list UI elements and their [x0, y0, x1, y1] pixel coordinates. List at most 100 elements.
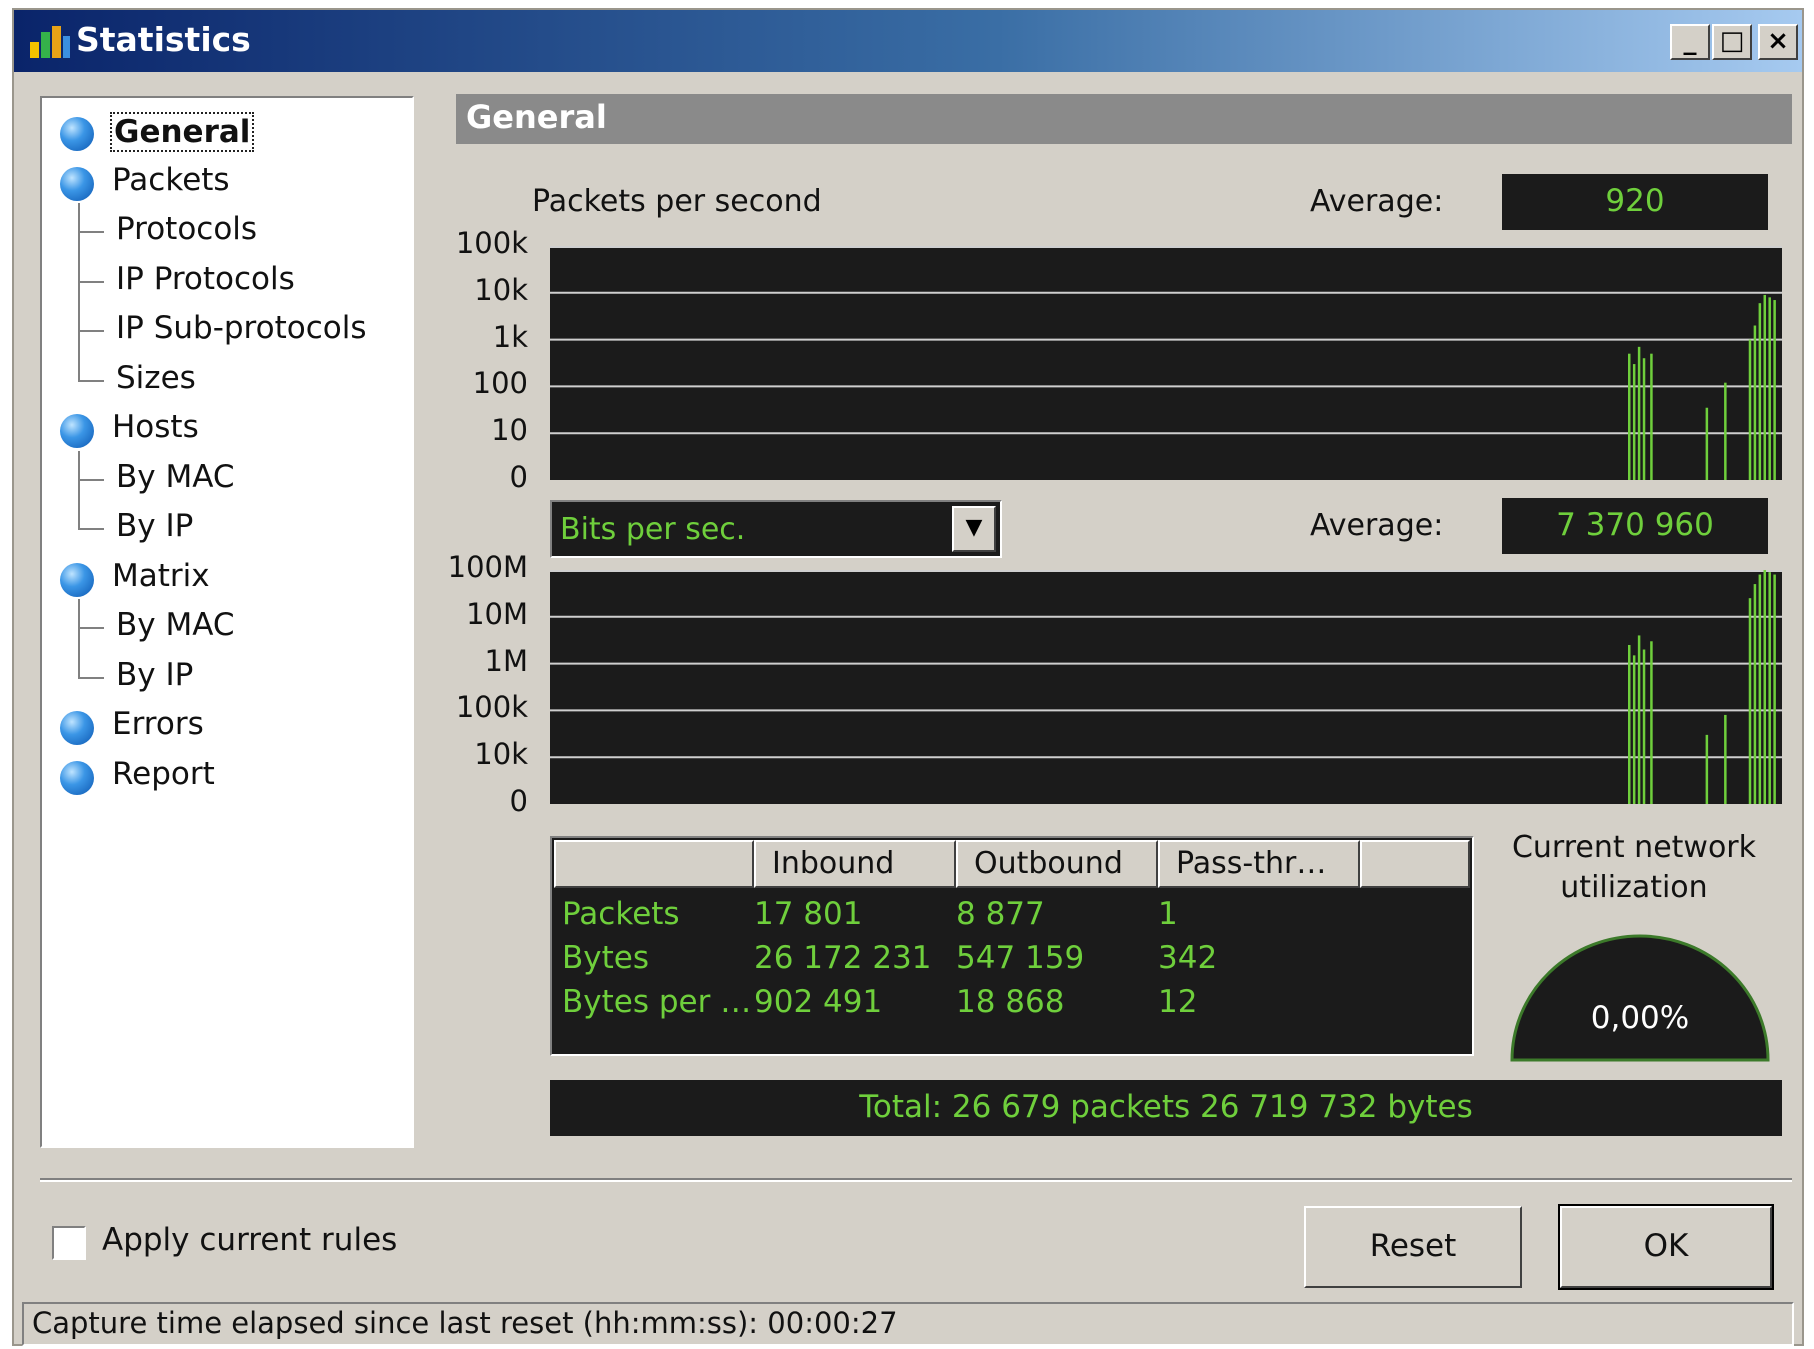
- y-tick-label: 0: [509, 784, 528, 818]
- tree-item-label: IP Protocols: [116, 260, 295, 297]
- tree-connector-line: [78, 203, 80, 253]
- close-button[interactable]: ×: [1758, 24, 1798, 60]
- maximize-button[interactable]: □: [1712, 24, 1752, 60]
- column-header-inbound[interactable]: Inbound: [754, 840, 956, 888]
- chart-bar: [1628, 353, 1631, 480]
- title-bar[interactable]: Statistics _ □ ×: [14, 10, 1802, 72]
- y-tick-label: 10k: [474, 272, 528, 307]
- chart-bar: [1632, 364, 1636, 480]
- column-header-blank-end[interactable]: [1360, 840, 1470, 888]
- tree-item-protocols[interactable]: Protocols: [42, 203, 412, 253]
- tree-item-label: By MAC: [116, 458, 235, 495]
- tree-item-by-mac[interactable]: By MAC: [42, 450, 412, 501]
- tree-connector-line: [78, 231, 104, 233]
- column-header-pass-through[interactable]: Pass-thr…: [1158, 840, 1360, 888]
- tree-connector-line: [78, 648, 80, 677]
- chart-bar: [1650, 641, 1653, 804]
- utilization-value: 0,00%: [1590, 1000, 1690, 1036]
- tree-connector-line: [78, 676, 104, 679]
- y-tick-label: 10: [491, 413, 528, 448]
- status-bar: Capture time elapsed since last reset (h…: [22, 1302, 1794, 1346]
- utilization-label-line1: Current network: [1511, 830, 1757, 865]
- column-header-blank[interactable]: [554, 840, 754, 888]
- chart-bar: [1724, 382, 1727, 480]
- tree-item-ip-protocols[interactable]: IP Protocols: [42, 252, 412, 303]
- chart-bar: [1773, 574, 1776, 804]
- chart-bar: [1642, 358, 1646, 480]
- y-tick-label: 100: [472, 366, 528, 401]
- tree-item-label: Report: [112, 755, 215, 792]
- tree-item-label: IP Sub-protocols: [116, 310, 367, 346]
- apply-current-rules-checkbox[interactable]: [52, 1226, 86, 1260]
- tree-item-matrix[interactable]: Matrix: [42, 556, 412, 600]
- navigation-tree[interactable]: General Packets Protocols IP Protocols IP Su…: [40, 96, 414, 1148]
- reset-button[interactable]: Reset: [1304, 1206, 1522, 1288]
- tree-item-sizes[interactable]: Sizes: [42, 351, 412, 402]
- footer-divider: [40, 1178, 1792, 1182]
- tree-item-label: Protocols: [116, 211, 258, 247]
- row-label-packets: Packets: [562, 896, 680, 932]
- ok-button[interactable]: OK: [1558, 1204, 1774, 1290]
- packets-pass-through: 1: [1158, 896, 1178, 932]
- y-tick-label: 100k: [455, 226, 528, 260]
- tree-item-report[interactable]: Report: [42, 754, 412, 798]
- tree-item-label: Errors: [112, 706, 204, 742]
- row-label-bytes-per-sec: Bytes per …: [562, 984, 752, 1020]
- tree-item-label: General: [110, 112, 255, 152]
- bytes-pass-through: 342: [1158, 940, 1218, 976]
- tree-item-label: By IP: [116, 508, 194, 544]
- packets-average-label: Average:: [1310, 184, 1444, 219]
- tree-connector-line: [78, 599, 80, 649]
- row-label-bytes: Bytes: [562, 940, 649, 976]
- minimize-button[interactable]: _: [1670, 24, 1710, 60]
- window-title: Statistics: [76, 20, 251, 59]
- chart-bar: [1628, 644, 1631, 804]
- chart-bar: [1758, 303, 1762, 480]
- tree-item-general[interactable]: General: [42, 110, 412, 154]
- tree-connector-line: [78, 500, 80, 528]
- globe-node-icon: [60, 117, 94, 151]
- y-tick-label: 10M: [466, 596, 528, 631]
- rate-unit-select[interactable]: Bits per sec. ▼: [550, 500, 1002, 558]
- packets-inbound: 17 801: [754, 896, 863, 932]
- utilization-label: Current network utilization: [1494, 828, 1774, 908]
- chart-bar: [1724, 714, 1727, 804]
- tree-item-by-mac[interactable]: By MAC: [42, 599, 412, 649]
- tree-item-label: Matrix: [112, 557, 210, 594]
- bits-average-value: 7 370 960: [1502, 498, 1768, 554]
- globe-node-icon: [60, 414, 94, 448]
- packets-chart-label: Packets per second: [532, 184, 822, 219]
- tree-item-by-ip[interactable]: By IP: [42, 648, 412, 699]
- chevron-down-icon[interactable]: ▼: [952, 506, 996, 552]
- rate-unit-value: Bits per sec.: [560, 512, 746, 547]
- tree-connector-line: [78, 280, 104, 283]
- chart-bar: [1753, 325, 1757, 480]
- bits-per-second-chart: [550, 570, 1782, 804]
- section-title: General: [456, 94, 1792, 144]
- chart-bar: [1637, 346, 1641, 480]
- bytes-inbound: 26 172 231: [754, 940, 932, 976]
- tree-connector-line: [78, 302, 80, 352]
- column-header-outbound[interactable]: Outbound: [956, 840, 1158, 888]
- gauge-dial: [1510, 934, 1770, 1062]
- chart-bar: [1748, 598, 1752, 804]
- tree-item-label: Hosts: [112, 409, 199, 445]
- chart-bar: [1763, 294, 1767, 480]
- tree-item-ip-sub-protocols[interactable]: IP Sub-protocols: [42, 302, 412, 352]
- traffic-stats-table: Inbound Outbound Pass-thr… Packets 17 80…: [550, 836, 1474, 1056]
- y-tick-label: 100k: [455, 690, 528, 725]
- tree-item-errors[interactable]: Errors: [42, 704, 412, 748]
- chart-bar: [1748, 339, 1752, 480]
- y-tick-label: 1k: [492, 319, 528, 354]
- tree-item-hosts[interactable]: Hosts: [42, 407, 412, 451]
- tree-item-by-ip[interactable]: By IP: [42, 500, 412, 550]
- globe-node-icon: [60, 166, 94, 201]
- apply-current-rules-label[interactable]: Apply current rules: [102, 1222, 397, 1258]
- tree-connector-line: [78, 528, 104, 530]
- tree-item-label: Packets: [112, 161, 230, 198]
- chart-bar: [1705, 734, 1709, 804]
- bytes-per-sec-pass-through: 12: [1158, 984, 1198, 1020]
- chart-bar: [1763, 570, 1767, 804]
- tree-item-packets[interactable]: Packets: [42, 160, 412, 204]
- globe-node-icon: [60, 760, 94, 795]
